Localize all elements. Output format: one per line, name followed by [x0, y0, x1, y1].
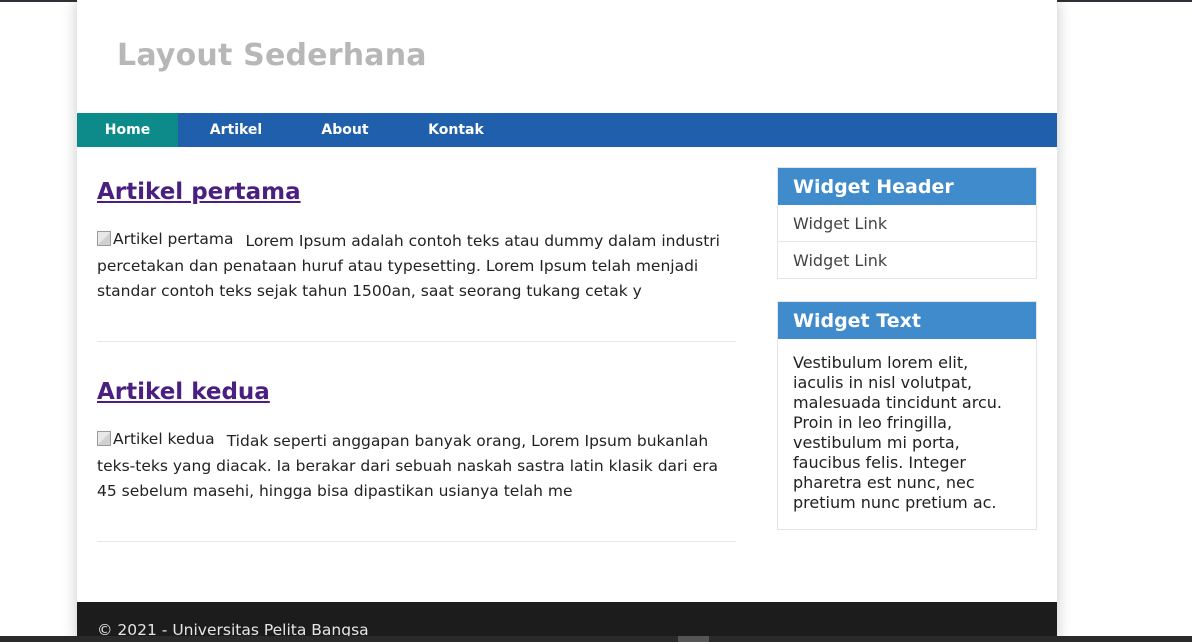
page-container: Layout Sederhana Home Artikel About Kont…	[77, 0, 1057, 642]
horizontal-scrollbar[interactable]	[0, 636, 1192, 642]
article-pertama: Artikel pertama Artikel pertama Lorem Ip…	[97, 179, 736, 300]
article-divider	[97, 341, 736, 342]
nav-item-kontak[interactable]: Kontak	[396, 113, 516, 147]
article-image: Artikel pertama	[97, 227, 233, 252]
widget-link[interactable]: Widget Link	[778, 205, 1036, 241]
article-divider	[97, 541, 736, 542]
article-kedua: Artikel kedua Artikel kedua Tidak sepert…	[97, 379, 736, 500]
widget-text: Widget Text Vestibulum lorem elit, iacul…	[777, 301, 1037, 530]
widget-links: Widget Header Widget Link Widget Link	[777, 167, 1037, 279]
article-title: Artikel kedua	[97, 379, 736, 405]
article-excerpt: Artikel pertama Lorem Ipsum adalah conto…	[97, 227, 736, 304]
broken-image-icon	[97, 431, 111, 446]
site-header: Layout Sederhana	[77, 0, 1057, 113]
site-title: Layout Sederhana	[117, 38, 427, 73]
main-nav: Home Artikel About Kontak	[77, 113, 1057, 147]
nav-item-artikel[interactable]: Artikel	[178, 113, 294, 147]
scrollbar-thumb[interactable]	[678, 636, 709, 642]
broken-image-icon	[97, 231, 111, 246]
widget-header: Widget Header	[778, 168, 1036, 205]
article-excerpt: Artikel kedua Tidak seperti anggapan ban…	[97, 427, 736, 504]
article-title-link[interactable]: Artikel kedua	[97, 379, 270, 405]
article-image-alt: Artikel kedua	[113, 430, 215, 448]
article-image-alt: Artikel pertama	[113, 230, 234, 248]
article-title-link[interactable]: Artikel pertama	[97, 179, 301, 205]
article-image: Artikel kedua	[97, 427, 215, 452]
nav-item-about[interactable]: About	[294, 113, 396, 147]
widget-link[interactable]: Widget Link	[778, 241, 1036, 278]
nav-item-home[interactable]: Home	[77, 113, 178, 147]
widget-text-body: Vestibulum lorem elit, iaculis in nisl v…	[793, 353, 1002, 512]
widget-text-header: Widget Text	[778, 302, 1036, 339]
article-title: Artikel pertama	[97, 179, 736, 205]
